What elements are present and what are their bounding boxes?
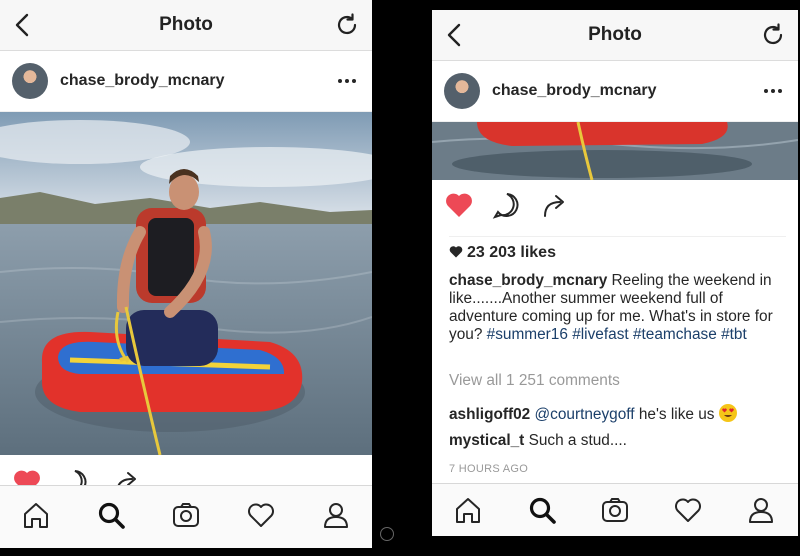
page-title: Photo (588, 24, 642, 45)
photo-header: Photo (0, 0, 372, 51)
post-photo[interactable] (432, 122, 798, 180)
share-icon[interactable] (540, 190, 570, 220)
post-username[interactable]: chase_brody_mcnary (60, 51, 225, 111)
post-author-row[interactable]: chase_brody_mcnary (0, 51, 372, 112)
post-author-row[interactable]: chase_brody_mcnary (432, 61, 798, 122)
share-icon[interactable] (112, 467, 142, 487)
search-icon[interactable] (96, 500, 126, 530)
comment-text: he's like us (634, 406, 719, 423)
post-username[interactable]: chase_brody_mcnary (492, 61, 657, 121)
heart-outline-icon[interactable] (246, 500, 276, 530)
photo-header: Photo (432, 10, 798, 61)
home-icon[interactable] (453, 495, 483, 525)
avatar[interactable] (12, 63, 48, 99)
comment-icon[interactable] (492, 190, 522, 220)
avatar[interactable] (444, 73, 480, 109)
heart-icon[interactable] (12, 467, 42, 487)
post-caption: chase_brody_mcnary Reeling the weekend i… (449, 272, 786, 344)
hashtag-link[interactable]: #livefast (572, 326, 628, 343)
heart-icon (449, 246, 463, 258)
more-options-icon[interactable] (334, 71, 360, 91)
heart-icon[interactable] (444, 190, 474, 220)
more-options-icon[interactable] (760, 81, 786, 101)
right-phone-screen: Photo chase_brody_mcnary 23 203 likes ch… (432, 10, 798, 536)
post-photo[interactable] (0, 112, 372, 455)
search-icon[interactable] (527, 495, 557, 525)
camera-icon[interactable] (171, 500, 201, 530)
divider (449, 236, 786, 237)
heart-outline-icon[interactable] (673, 495, 703, 525)
bottom-tab-bar (432, 483, 798, 536)
post-action-bar (0, 455, 372, 487)
post-timestamp: 7 HOURS AGO (449, 463, 529, 475)
refresh-icon[interactable] (760, 22, 786, 48)
home-button-indicator (380, 527, 394, 541)
hashtag-link[interactable]: #summer16 (487, 326, 568, 343)
comment-username[interactable]: mystical_t (449, 432, 524, 449)
comment-mention[interactable]: @courtneygoff (535, 406, 635, 423)
comment-username[interactable]: ashligoff02 (449, 406, 530, 423)
post-action-bar (432, 180, 798, 230)
heart-eyes-emoji-icon (718, 404, 737, 422)
refresh-icon[interactable] (334, 12, 360, 38)
comment-text: Such a stud.... (524, 432, 627, 449)
caption-username[interactable]: chase_brody_mcnary (449, 272, 607, 289)
profile-icon[interactable] (321, 500, 351, 530)
comment-row: mystical_t Such a stud.... (449, 432, 786, 450)
page-title: Photo (159, 14, 213, 35)
hashtag-link[interactable]: #tbt (721, 326, 747, 343)
likes-text: 23 203 likes (467, 244, 556, 261)
left-phone-screen: Photo chase_brody_mcnary (0, 0, 372, 548)
home-icon[interactable] (21, 500, 51, 530)
comment-row: ashligoff02 @courtneygoff he's like us (449, 404, 786, 424)
bottom-tab-bar (0, 485, 372, 548)
hashtag-link[interactable]: #teamchase (633, 326, 717, 343)
comment-icon[interactable] (60, 467, 90, 487)
profile-icon[interactable] (746, 495, 776, 525)
camera-icon[interactable] (600, 495, 630, 525)
likes-count[interactable]: 23 203 likes (449, 244, 786, 262)
view-all-comments-link[interactable]: View all 1 251 comments (449, 372, 786, 390)
